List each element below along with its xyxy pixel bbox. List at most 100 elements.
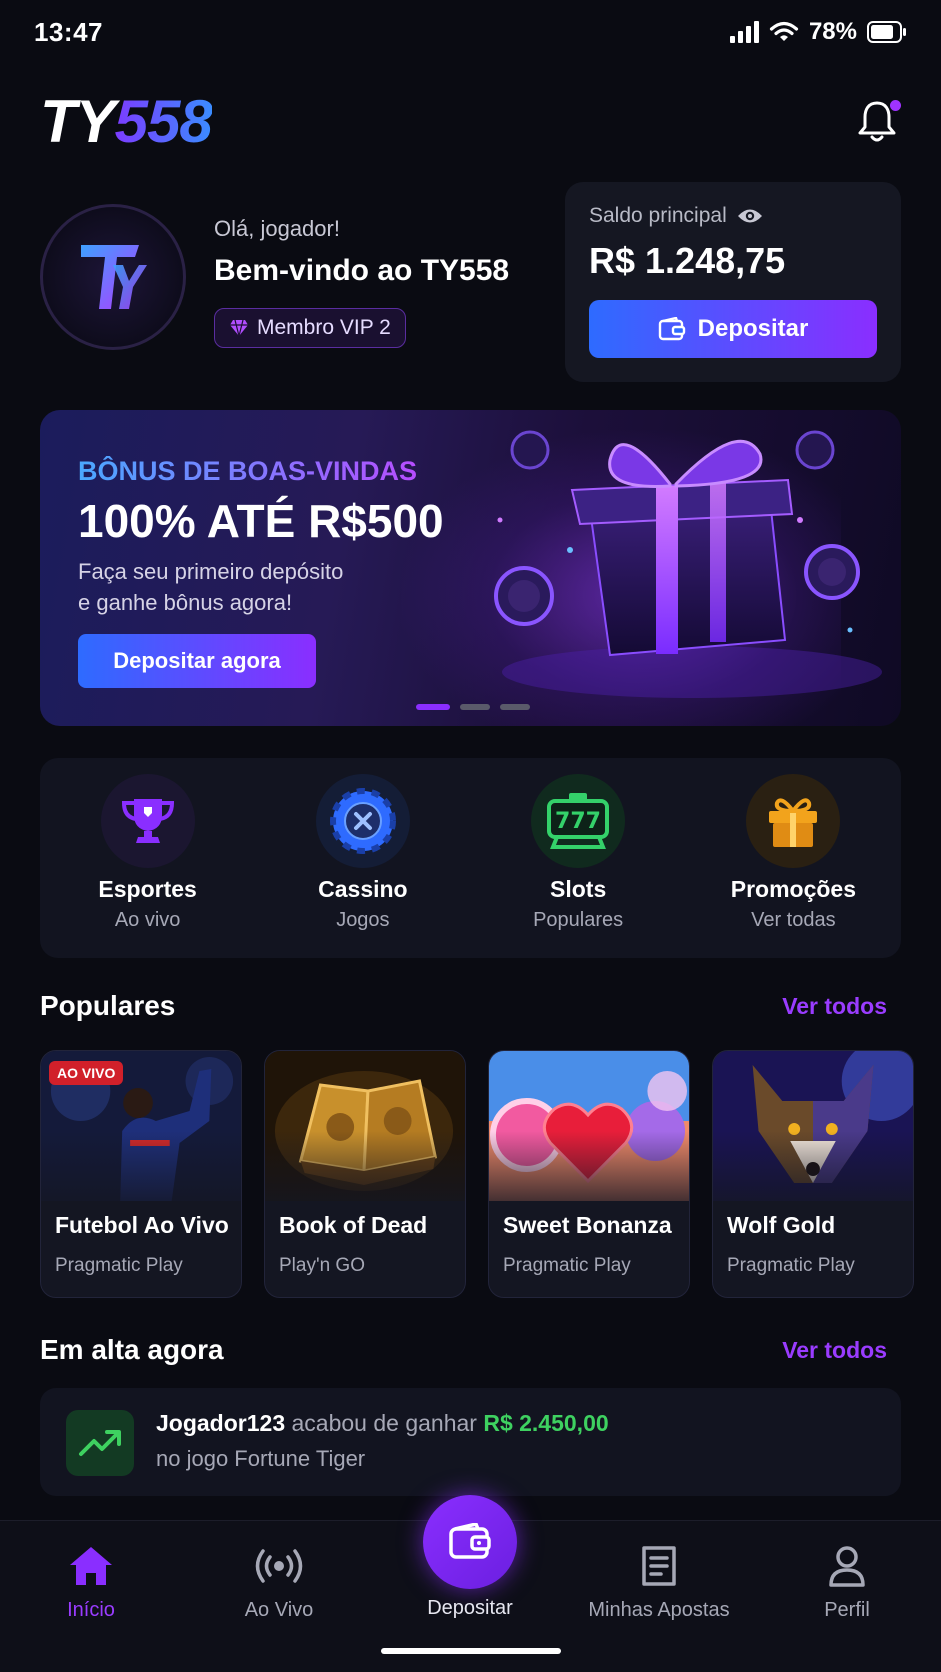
category-sports[interactable]: Esportes Ao vivo <box>40 758 255 958</box>
win-game: no jogo Fortune Tiger <box>156 1446 366 1471</box>
welcome-title: Bem-vindo ao TY558 <box>214 254 510 287</box>
ty-monogram-icon <box>81 245 147 309</box>
category-subtitle: Jogos <box>336 909 390 931</box>
game-provider: Play'n GO <box>279 1255 365 1276</box>
balance-value: R$ 1.248,75 <box>589 240 786 281</box>
tab-deposit[interactable] <box>423 1495 517 1589</box>
category-subtitle: Ao vivo <box>114 909 181 931</box>
game-title: Book of Dead <box>279 1212 428 1238</box>
carousel-dot-2[interactable] <box>460 704 490 710</box>
deposit-now-button[interactable]: Depositar agora <box>78 634 316 688</box>
logo-ty: TY <box>40 88 116 155</box>
win-verb: acabou de ganhar <box>291 1410 477 1436</box>
carousel-dot-1[interactable] <box>416 704 450 710</box>
deposit-button[interactable]: Depositar <box>589 300 877 358</box>
vip-badge[interactable]: Membro VIP 2 <box>214 308 406 348</box>
status-icons: 78% <box>729 18 907 46</box>
home-indicator <box>381 1648 561 1654</box>
game-title: Sweet Bonanza <box>503 1212 672 1238</box>
diamond-icon <box>230 319 248 337</box>
tab-profile[interactable]: Perfil <box>762 1521 932 1651</box>
game-fade <box>713 1131 913 1221</box>
carousel-dots <box>416 704 530 710</box>
category-subtitle: Ver todas <box>751 909 836 931</box>
wallet-icon <box>449 1523 491 1559</box>
banner-title: 100% ATÉ R$500 <box>78 495 444 547</box>
trending-header: Em alta agora Ver todos <box>40 1334 887 1366</box>
category-subtitle: Populares <box>533 909 624 931</box>
app-header: TY558 <box>40 86 901 158</box>
game-card[interactable]: AO VIVO Futebol Ao Vivo Pragmatic Play <box>40 1050 242 1298</box>
game-provider: Pragmatic Play <box>503 1255 631 1276</box>
trending-see-all-link[interactable]: Ver todos <box>782 1337 887 1364</box>
popular-games-list: AO VIVO Futebol Ao Vivo Pragmatic Play B… <box>40 1050 941 1300</box>
home-icon <box>68 1543 114 1589</box>
eye-icon[interactable] <box>737 207 763 225</box>
game-fade <box>41 1131 241 1221</box>
game-provider: Pragmatic Play <box>727 1255 855 1276</box>
tab-label: Perfil <box>824 1599 870 1621</box>
tab-label: Ao Vivo <box>244 1599 314 1621</box>
balance-label: Saldo principal <box>589 204 727 227</box>
wallet-icon <box>658 317 685 341</box>
popular-see-all-link[interactable]: Ver todos <box>782 993 887 1020</box>
trending-title: Em alta agora <box>40 1334 224 1365</box>
battery-icon <box>867 21 906 43</box>
category-shortcuts: Esportes Ao vivo Cassino Jogos 777 Slots… <box>40 758 901 958</box>
game-provider: Pragmatic Play <box>55 1255 183 1276</box>
vip-label: Membro VIP 2 <box>257 316 391 339</box>
signal-icon <box>729 21 759 43</box>
category-slots[interactable]: 777 Slots Populares <box>471 758 686 958</box>
tab-label: Minhas Apostas <box>588 1599 730 1621</box>
trophy-icon <box>100 774 195 868</box>
status-time: 13:47 <box>34 16 103 47</box>
broadcast-icon <box>254 1543 304 1589</box>
tab-label: Início <box>67 1599 115 1621</box>
game-fade <box>265 1131 465 1221</box>
tab-my-bets[interactable]: Minhas Apostas <box>574 1521 744 1651</box>
notifications-button[interactable] <box>857 98 901 146</box>
category-promotions[interactable]: Promoções Ver todas <box>686 758 901 958</box>
tab-home[interactable]: Início <box>6 1521 176 1651</box>
category-title: Cassino <box>318 876 408 902</box>
battery-percent: 78% <box>808 18 857 45</box>
balance-label-row: Saldo principal <box>589 204 877 228</box>
slot-machine-icon: 777 <box>531 774 626 868</box>
win-text: Jogador123 acabou de ganhar R$ 2.450,00 <box>156 1410 609 1437</box>
user-icon <box>828 1543 866 1589</box>
game-card[interactable]: Book of Dead Play'n GO <box>264 1050 466 1298</box>
popular-title: Populares <box>40 990 176 1021</box>
game-card[interactable]: Sweet Bonanza Pragmatic Play <box>488 1050 690 1298</box>
carousel-dot-3[interactable] <box>500 704 530 710</box>
greeting: Olá, jogador! <box>214 216 340 241</box>
banner-desc-line1: Faça seu primeiro depósito <box>78 559 344 584</box>
live-badge: AO VIVO <box>49 1061 124 1085</box>
app-logo[interactable]: TY558 <box>40 92 213 152</box>
game-card[interactable]: Wolf Gold Pragmatic Play <box>712 1050 914 1298</box>
deposit-button-label: Depositar <box>697 315 809 342</box>
banner-kicker: BÔNUS DE BOAS-VINDAS <box>78 456 418 486</box>
promo-banner[interactable]: BÔNUS DE BOAS-VINDAS 100% ATÉ R$500 Faça… <box>40 410 901 726</box>
casino-chip-icon <box>315 774 410 868</box>
popular-header: Populares Ver todos <box>40 990 887 1022</box>
game-title: Wolf Gold <box>727 1212 836 1238</box>
tab-live[interactable]: Ao Vivo <box>194 1521 364 1651</box>
category-title: Slots <box>550 876 607 902</box>
welcome-section: Olá, jogador! Bem-vindo ao TY558 Membro … <box>40 190 540 350</box>
category-casino[interactable]: Cassino Jogos <box>255 758 470 958</box>
category-title: Promoções <box>730 876 856 902</box>
gift-box-illustration <box>494 430 882 698</box>
recent-win-card[interactable]: Jogador123 acabou de ganhar R$ 2.450,00 … <box>40 1388 901 1496</box>
game-fade <box>489 1131 689 1221</box>
banner-description: Faça seu primeiro depósito e ganhe bônus… <box>78 556 408 618</box>
trending-up-icon <box>66 1410 134 1476</box>
balance-card: Saldo principal R$ 1.248,75 Depositar <box>565 182 901 382</box>
tab-label: Depositar <box>427 1597 513 1619</box>
avatar[interactable] <box>40 204 186 350</box>
category-title: Esportes <box>98 876 197 902</box>
win-amount: R$ 2.450,00 <box>483 1410 609 1436</box>
receipt-icon <box>640 1543 678 1589</box>
logo-number: 558 <box>114 88 213 155</box>
wifi-icon <box>769 21 799 41</box>
notification-dot <box>890 100 901 111</box>
